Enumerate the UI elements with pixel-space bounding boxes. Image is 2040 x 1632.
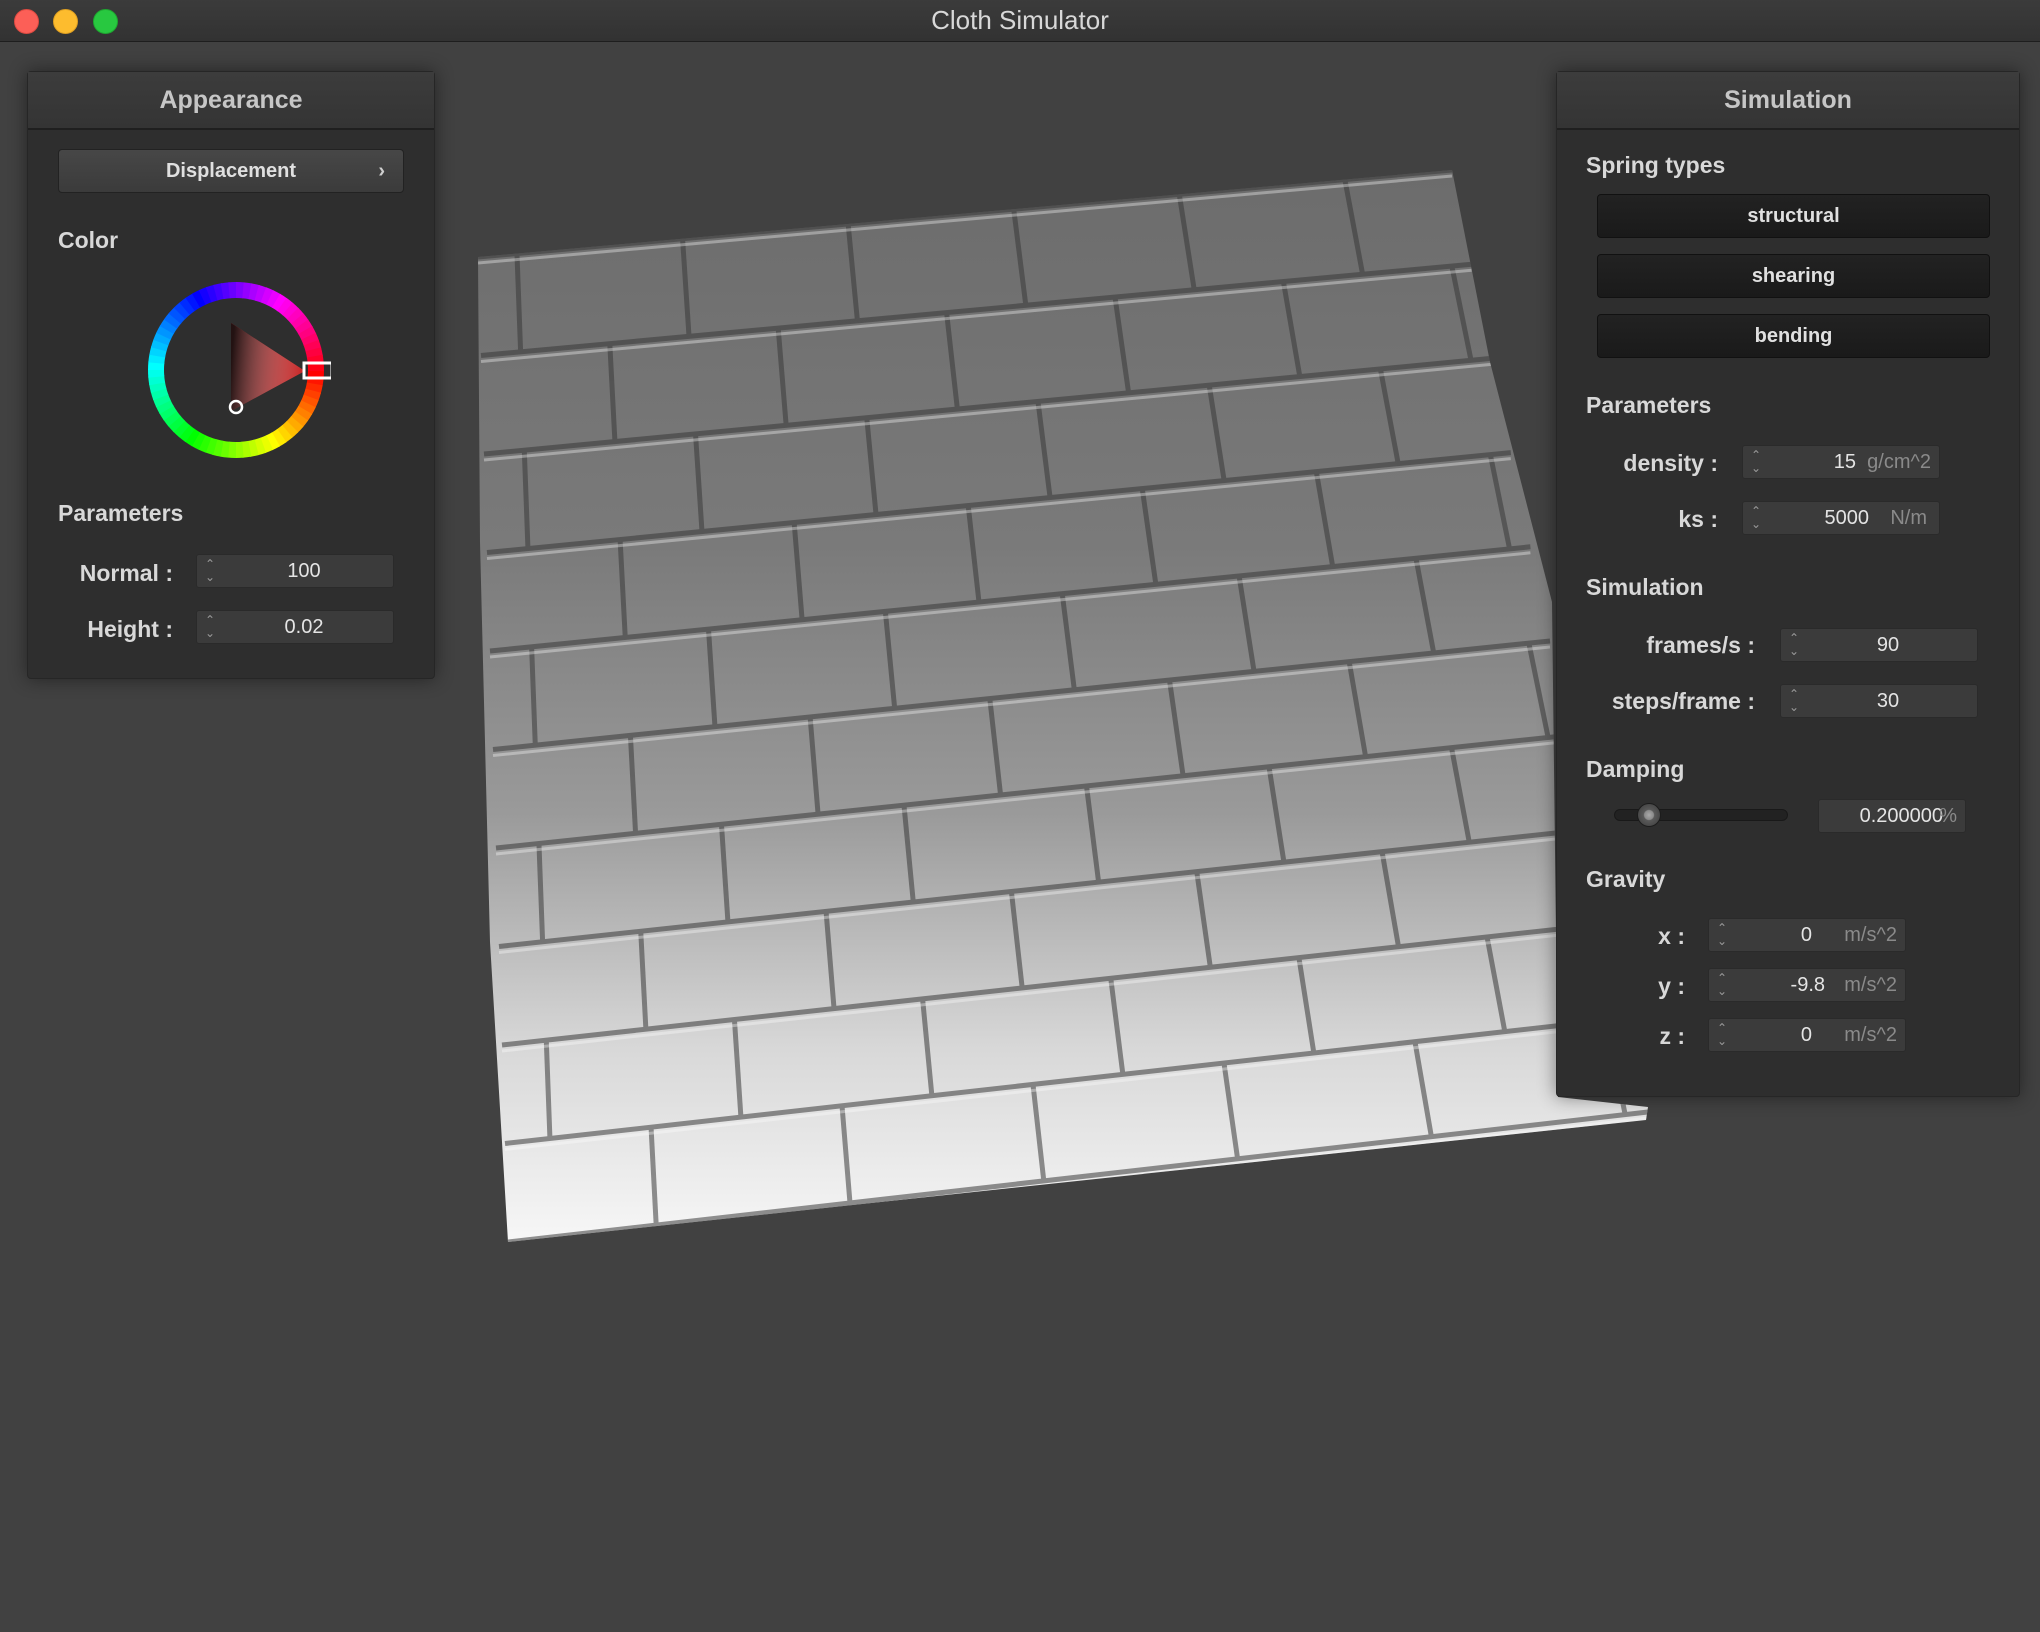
normal-value: 100	[287, 560, 321, 582]
gravity-label: Gravity	[1586, 866, 1666, 892]
ks-value: 5000	[1824, 507, 1870, 529]
gravity-y-unit: m/s^2	[1844, 974, 1897, 996]
gravity-z-input[interactable]: ⌃ ⌄ 0 m/s^2	[1708, 1018, 1906, 1052]
spinner-arrows-icon[interactable]: ⌃ ⌄	[1751, 447, 1763, 477]
fps-input[interactable]: ⌃ ⌄ 90	[1780, 628, 1978, 662]
hue-segment	[234, 441, 244, 458]
height-value: 0.02	[284, 616, 324, 638]
spinner-arrows-icon[interactable]: ⌃ ⌄	[1751, 503, 1763, 533]
ks-label: ks :	[1678, 506, 1718, 532]
bending-button[interactable]: bending	[1597, 314, 1990, 358]
height-input[interactable]: ⌃ ⌄ 0.02	[196, 610, 394, 644]
chevron-right-icon: ›	[378, 160, 385, 182]
damping-value: 0.200000	[1859, 805, 1943, 827]
color-label: Color	[58, 227, 119, 253]
spinner-arrows-icon[interactable]: ⌃ ⌄	[205, 612, 217, 642]
gravity-y-input[interactable]: ⌃ ⌄ -9.8 m/s^2	[1708, 968, 1906, 1002]
damping-label: Damping	[1586, 756, 1685, 782]
steps-input[interactable]: ⌃ ⌄ 30	[1780, 684, 1978, 718]
spinner-arrows-icon[interactable]: ⌃ ⌄	[1789, 630, 1801, 660]
fps-value: 90	[1876, 634, 1900, 656]
density-label: density :	[1623, 450, 1718, 476]
gravity-x-unit: m/s^2	[1844, 924, 1897, 946]
normal-input[interactable]: ⌃ ⌄ 100	[196, 554, 394, 588]
appearance-panel: Appearance Displacement › Color Paramete…	[27, 71, 435, 679]
density-unit: g/cm^2	[1867, 451, 1931, 473]
spinner-arrows-icon[interactable]: ⌃ ⌄	[1789, 686, 1801, 716]
normal-label: Normal :	[79, 560, 173, 586]
spring-types-label: Spring types	[1586, 152, 1726, 178]
damping-unit: %	[1939, 805, 1957, 827]
shader-select[interactable]: Displacement ›	[58, 149, 404, 193]
color-wheel-icon[interactable]	[141, 275, 331, 465]
structural-button[interactable]: structural	[1597, 194, 1990, 238]
gravity-x-label: x :	[1658, 923, 1685, 949]
gravity-x-value: 0	[1800, 924, 1812, 946]
steps-value: 30	[1876, 690, 1900, 712]
appearance-parameters-label: Parameters	[58, 500, 184, 526]
shearing-button[interactable]: shearing	[1597, 254, 1990, 298]
shader-select-value: Displacement	[165, 160, 297, 182]
spinner-arrows-icon[interactable]: ⌃ ⌄	[1717, 970, 1729, 1000]
damping-slider-knob[interactable]	[1637, 803, 1662, 827]
appearance-title: Appearance	[28, 72, 434, 130]
density-value: 15	[1833, 451, 1856, 473]
height-label: Height :	[87, 616, 173, 642]
spinner-arrows-icon[interactable]: ⌃ ⌄	[1717, 920, 1729, 950]
hue-segment	[228, 282, 238, 299]
hue-segment	[148, 368, 165, 378]
steps-label: steps/frame :	[1611, 688, 1755, 714]
triangle-shading	[231, 323, 305, 411]
density-input[interactable]: ⌃ ⌄ 15 g/cm^2	[1742, 445, 1940, 479]
simulation-title: Simulation	[1557, 72, 2019, 130]
simulation-section-label: Simulation	[1586, 574, 1704, 600]
gravity-y-label: y :	[1658, 973, 1685, 999]
gravity-x-input[interactable]: ⌃ ⌄ 0 m/s^2	[1708, 918, 1906, 952]
sim-parameters-label: Parameters	[1586, 392, 1712, 418]
spinner-arrows-icon[interactable]: ⌃ ⌄	[205, 556, 217, 586]
gravity-y-value: -9.8	[1790, 974, 1825, 996]
title-bar: Cloth Simulator	[0, 0, 2040, 42]
damping-input[interactable]: 0.200000 %	[1818, 799, 1966, 833]
ks-unit: N/m	[1890, 507, 1927, 529]
ks-input[interactable]: ⌃ ⌄ 5000 N/m	[1742, 501, 1940, 535]
gravity-z-value: 0	[1800, 1024, 1812, 1046]
gravity-z-label: z :	[1659, 1023, 1685, 1049]
fps-label: frames/s :	[1646, 632, 1755, 658]
gravity-z-unit: m/s^2	[1844, 1024, 1897, 1046]
simulation-panel: Simulation Spring types structural shear…	[1556, 71, 2020, 1097]
spinner-arrows-icon[interactable]: ⌃ ⌄	[1717, 1020, 1729, 1050]
window-title: Cloth Simulator	[931, 5, 1109, 35]
